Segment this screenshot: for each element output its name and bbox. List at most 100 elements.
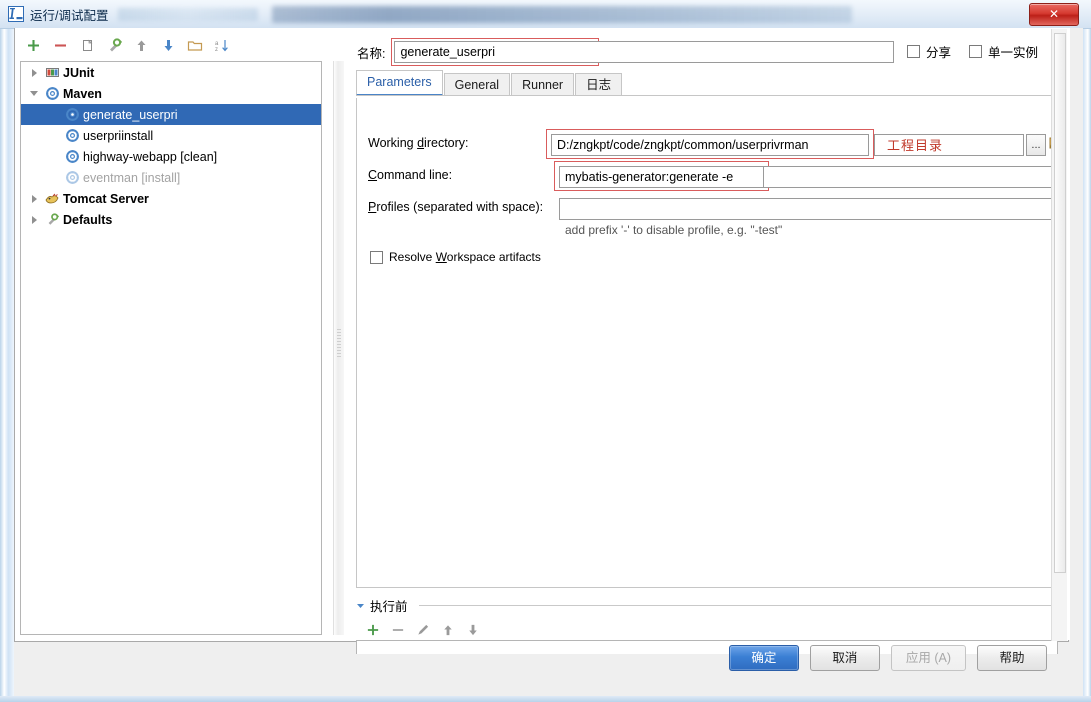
- configuration-name-input-extension[interactable]: [574, 41, 894, 63]
- before-launch-add-button[interactable]: [366, 623, 380, 640]
- window-frame-bottom-edge: [0, 696, 1091, 702]
- svg-text:z: z: [215, 47, 218, 53]
- tree-item-highway-webapp-clean[interactable]: highway-webapp [clean]: [21, 146, 321, 167]
- profiles-label: Profiles (separated with space):: [368, 200, 544, 214]
- name-highlight-box: [391, 38, 600, 66]
- single-instance-checkbox-label: 单一实例: [987, 46, 1038, 60]
- add-configuration-button[interactable]: [22, 34, 44, 56]
- tree-item-generate-userpri[interactable]: generate_userpri: [21, 104, 321, 125]
- configuration-tree-toolbar: a z: [16, 30, 332, 60]
- command-line-label: Command line:: [368, 168, 453, 182]
- resolve-workspace-checkbox-box[interactable]: [370, 250, 383, 264]
- command-line-input[interactable]: mybatis-generator:generate -e: [559, 166, 764, 188]
- profiles-input[interactable]: [559, 198, 1059, 220]
- tab-runner[interactable]: Runner: [511, 73, 575, 96]
- tab-日志[interactable]: 日志: [575, 73, 623, 96]
- tree-item-label: generate_userpri: [83, 107, 178, 122]
- sort-configurations-button[interactable]: a z: [211, 34, 233, 56]
- tabs-underline: [356, 95, 1058, 96]
- wrench-icon: [43, 213, 61, 226]
- apply-button[interactable]: 应用 (A): [890, 645, 966, 671]
- maven-icon: [63, 129, 81, 142]
- share-checkbox-box[interactable]: [906, 45, 920, 58]
- before-launch-move-up-button[interactable]: [441, 623, 455, 640]
- share-checkbox-label: 分享: [925, 46, 951, 60]
- dialog-content-area: a z JUnit Maven generate_userpri userpriins…: [14, 28, 1070, 654]
- maven-icon: [63, 171, 81, 184]
- tree-item-defaults[interactable]: Defaults: [21, 209, 321, 230]
- window-title: 运行/调试配置: [30, 8, 109, 23]
- maven-icon: [43, 87, 61, 100]
- tree-item-label: Defaults: [63, 212, 113, 227]
- working-directory-annotation: 工程目录: [887, 138, 944, 153]
- command-line-input-extension[interactable]: [764, 166, 1059, 188]
- resolve-workspace-artifacts-checkbox[interactable]: Resolve Workspace artifacts: [370, 250, 541, 264]
- before-launch-move-down-button[interactable]: [466, 623, 480, 640]
- single-instance-checkbox[interactable]: 单一实例: [968, 42, 1038, 61]
- help-button[interactable]: 帮助: [977, 645, 1047, 671]
- copy-configuration-button[interactable]: [76, 34, 98, 56]
- tree-item-label: userpriinstall: [83, 128, 154, 143]
- tree-item-tomcat-server[interactable]: Tomcat Server: [21, 188, 321, 209]
- window-frame-left-edge: [0, 0, 14, 702]
- window-frame-right-edge: [1083, 0, 1091, 702]
- before-launch-collapse-icon[interactable]: [356, 599, 365, 613]
- before-launch-separator: [418, 605, 1058, 606]
- tab-general[interactable]: General: [443, 73, 511, 96]
- move-down-button[interactable]: [157, 34, 179, 56]
- share-checkbox[interactable]: 分享: [906, 42, 951, 61]
- working-directory-browse-button[interactable]: ...: [1026, 134, 1046, 156]
- before-launch-toolbar: [356, 623, 1058, 640]
- maven-icon: [63, 150, 81, 163]
- configuration-tree[interactable]: JUnit Maven generate_userpri userpriinstall…: [20, 61, 322, 635]
- configuration-name-input[interactable]: [394, 41, 597, 63]
- ok-button[interactable]: 确定: [728, 645, 799, 671]
- tree-expander-expanded-icon[interactable]: [25, 91, 43, 96]
- splitter-grip: [337, 329, 341, 359]
- name-label: 名称:: [357, 46, 386, 61]
- resolve-workspace-label: Resolve Workspace artifacts: [389, 250, 541, 264]
- profiles-hint-text: add prefix '-' to disable profile, e.g. …: [565, 223, 783, 237]
- title-bar: 运行/调试配置 ✕: [0, 0, 1091, 29]
- move-up-button[interactable]: [130, 34, 152, 56]
- tree-item-label: Maven: [63, 86, 102, 101]
- tree-item-label: highway-webapp [clean]: [83, 149, 218, 164]
- before-launch-header[interactable]: 执行前: [356, 596, 1058, 615]
- tree-item-eventman-install[interactable]: eventman [install]: [21, 167, 321, 188]
- run-debug-configurations-dialog: a z JUnit Maven generate_userpri userpriins…: [14, 28, 1083, 696]
- before-launch-title: 执行前: [370, 600, 408, 614]
- edit-defaults-wrench-button[interactable]: [103, 34, 125, 56]
- cancel-button[interactable]: 取消: [809, 645, 880, 671]
- maven-icon: [63, 108, 81, 121]
- junit-icon: [43, 66, 61, 79]
- tree-expander-collapsed-icon[interactable]: [25, 68, 43, 77]
- dialog-button-bar: 确定 取消 应用 (A) 帮助: [14, 642, 1069, 674]
- create-folder-button[interactable]: [184, 34, 206, 56]
- share-options-row: 分享 单一实例: [906, 42, 1038, 61]
- dialog-vertical-scrollbar[interactable]: [1051, 29, 1067, 641]
- intellij-logo-icon: [8, 6, 24, 22]
- tree-item-junit[interactable]: JUnit: [21, 62, 321, 83]
- parameters-form: Working directory: D:/zngkpt/code/zngkpt…: [356, 98, 1066, 588]
- editor-tabs: Parameters General Runner 日志: [356, 70, 1056, 96]
- before-launch-remove-button[interactable]: [391, 623, 405, 640]
- tree-item-label: Tomcat Server: [63, 191, 149, 206]
- remove-configuration-button[interactable]: [49, 34, 71, 56]
- tree-expander-collapsed-icon[interactable]: [25, 194, 43, 203]
- tree-item-userpriinstall[interactable]: userpriinstall: [21, 125, 321, 146]
- close-window-button[interactable]: ✕: [1029, 3, 1079, 26]
- single-instance-checkbox-box[interactable]: [968, 45, 982, 58]
- tab-parameters[interactable]: Parameters: [356, 70, 443, 96]
- before-launch-edit-pencil-button[interactable]: [416, 623, 430, 640]
- tree-item-label: JUnit: [63, 65, 95, 80]
- tree-expander-collapsed-icon[interactable]: [25, 215, 43, 224]
- working-directory-label: Working directory:: [368, 136, 469, 150]
- configuration-editor-panel: 名称: 分享 单一实例 ParametersGen: [344, 28, 1070, 654]
- title-path-blurred: [118, 7, 259, 21]
- before-launch-section: 执行前: [356, 596, 1058, 654]
- title-secondary-blurred: [272, 5, 853, 23]
- dialog-scrollbar-thumb[interactable]: [1054, 33, 1066, 573]
- tree-splitter[interactable]: [333, 61, 344, 635]
- working-directory-input[interactable]: D:/zngkpt/code/zngkpt/common/userprivrma…: [551, 134, 869, 156]
- tree-item-maven[interactable]: Maven: [21, 83, 321, 104]
